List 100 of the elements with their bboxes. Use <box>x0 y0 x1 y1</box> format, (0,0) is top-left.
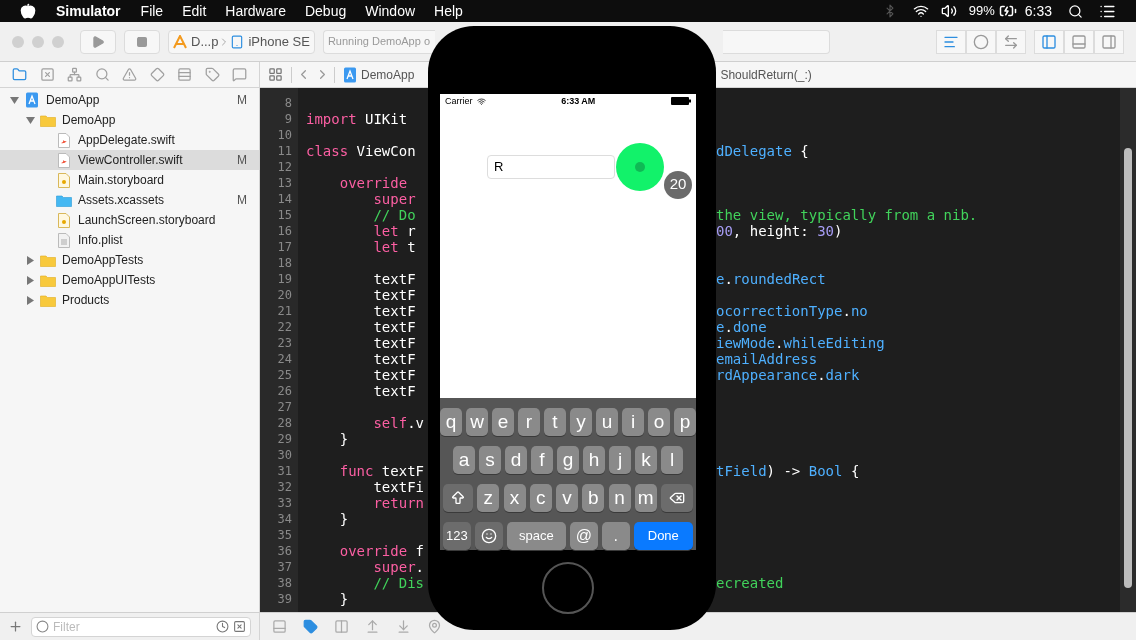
rows-icon[interactable] <box>177 67 192 82</box>
shift-key[interactable] <box>443 484 473 512</box>
debug-area-icon[interactable] <box>272 619 287 634</box>
menu-item[interactable]: Edit <box>182 0 207 22</box>
add-icon[interactable] <box>8 619 23 634</box>
emoji-key[interactable] <box>474 522 503 550</box>
file-tree-row[interactable]: Assets.xcassets M <box>0 190 259 210</box>
code-token: . <box>775 335 784 351</box>
file-tree-row[interactable]: DemoAppUITests <box>0 270 259 290</box>
panel-toggle-button[interactable] <box>1064 29 1094 54</box>
keyboard-key[interactable]: u <box>596 408 618 436</box>
jump-bar-item[interactable]: DemoApp <box>361 65 415 84</box>
keyboard-key[interactable]: l <box>661 446 683 474</box>
scrollbar-thumb[interactable] <box>1124 148 1132 588</box>
keyboard-key[interactable]: y <box>570 408 592 436</box>
filter-input[interactable]: Filter <box>53 617 212 636</box>
keyboard-key[interactable]: t <box>544 408 566 436</box>
delete-key[interactable] <box>661 484 693 512</box>
expanded-triangle-icon[interactable] <box>25 115 35 125</box>
keyboard-key[interactable]: b <box>582 484 605 512</box>
keyboard-key[interactable]: k <box>635 446 657 474</box>
numbers-key[interactable]: 123 <box>443 522 471 550</box>
run-button[interactable] <box>80 29 116 54</box>
keyboard-key[interactable]: @ <box>570 522 598 550</box>
step-out-icon[interactable] <box>365 619 380 634</box>
menu-item[interactable]: Hardware <box>225 0 286 22</box>
scheme-selector[interactable]: D...p iPhone SE <box>168 29 315 54</box>
keyboard-key[interactable]: x <box>503 484 526 512</box>
code-token: } <box>338 591 349 607</box>
keyboard-key[interactable]: . <box>601 522 630 550</box>
editor-mode-button[interactable] <box>936 29 966 54</box>
keyboard-key[interactable]: c <box>529 484 552 512</box>
apple-icon[interactable] <box>20 3 36 19</box>
menu-clock[interactable]: 6:33 <box>1024 0 1052 22</box>
comment-icon[interactable] <box>232 67 247 82</box>
tag-icon[interactable] <box>204 67 220 82</box>
clock-icon[interactable] <box>216 620 229 633</box>
keyboard-key[interactable]: i <box>622 408 644 436</box>
file-tree-row[interactable]: DemoApp <box>0 110 259 130</box>
keyboard-key[interactable]: m <box>634 484 657 512</box>
keyboard-key[interactable]: j <box>609 446 631 474</box>
file-tree-row[interactable]: DemoApp M <box>0 90 259 110</box>
collapsed-triangle-icon[interactable] <box>25 275 35 285</box>
editor-mode-button[interactable] <box>996 29 1026 54</box>
right-panel-icon <box>1101 33 1117 50</box>
keyboard-key[interactable]: s <box>479 446 501 474</box>
keyboard-key[interactable]: q <box>440 408 462 436</box>
search-icon[interactable] <box>1068 3 1083 19</box>
file-tree-row[interactable]: Main.storyboard <box>0 170 259 190</box>
keyboard-key[interactable]: d <box>505 446 527 474</box>
close-box-icon[interactable] <box>233 620 246 633</box>
filter-field[interactable]: Filter <box>31 616 251 637</box>
keyboard-key[interactable]: a <box>453 446 475 474</box>
keyboard-key[interactable]: v <box>556 484 578 512</box>
diamond-icon[interactable] <box>149 67 165 82</box>
collapsed-triangle-icon[interactable] <box>25 255 35 265</box>
code-token: , height: <box>732 223 810 239</box>
editor-mode-button[interactable] <box>966 29 996 54</box>
keyboard-key[interactable]: f <box>531 446 553 474</box>
related-items-icon[interactable] <box>268 67 283 82</box>
keyboard-key[interactable]: z <box>477 484 500 512</box>
panel-toggle-button[interactable] <box>1094 29 1124 54</box>
folder-icon[interactable] <box>12 67 27 82</box>
close-box-icon[interactable] <box>39 67 55 82</box>
home-button[interactable] <box>542 562 594 614</box>
menu-item[interactable]: Help <box>434 0 463 22</box>
menu-item[interactable]: Debug <box>304 0 347 22</box>
file-tree-row[interactable]: ViewController.swift M <box>0 150 259 170</box>
warning-icon[interactable] <box>122 67 137 82</box>
menu-app-name[interactable]: Simulator <box>56 0 121 22</box>
file-tree-row[interactable]: Products <box>0 290 259 310</box>
keyboard-key[interactable]: e <box>492 408 514 436</box>
text-field[interactable]: R <box>487 154 615 179</box>
jump-bar-item[interactable]: ShouldReturn(_:) <box>720 65 812 84</box>
file-tree-row[interactable]: AppDelegate.swift <box>0 130 259 150</box>
hierarchy-icon[interactable] <box>67 67 82 82</box>
file-tree-row[interactable]: DemoAppTests <box>0 250 259 270</box>
file-tree-row[interactable]: LaunchScreen.storyboard <box>0 210 259 230</box>
space-key[interactable]: space <box>506 522 566 550</box>
step-in-icon[interactable] <box>396 619 411 634</box>
keyboard-key[interactable]: g <box>557 446 579 474</box>
done-key[interactable]: Done <box>633 522 694 550</box>
menu-item[interactable]: Window <box>365 0 416 22</box>
expanded-triangle-icon[interactable] <box>9 95 19 105</box>
collapsed-triangle-icon[interactable] <box>25 295 35 305</box>
volume-icon[interactable] <box>940 3 957 19</box>
file-tree-row[interactable]: Info.plist <box>0 230 259 250</box>
keyboard-key[interactable]: h <box>583 446 605 474</box>
keyboard-key[interactable]: p <box>674 408 696 436</box>
keyboard-key[interactable]: o <box>648 408 670 436</box>
wifi-icon[interactable] <box>912 3 929 19</box>
panel-toggle-button[interactable] <box>1034 29 1064 54</box>
filter-scope-icon[interactable] <box>36 620 49 633</box>
keyboard-key[interactable]: n <box>608 484 631 512</box>
keyboard-key[interactable]: r <box>518 408 540 436</box>
location-icon[interactable] <box>427 619 442 634</box>
breakpoint-icon[interactable] <box>303 619 318 634</box>
menu-item[interactable]: File <box>140 0 164 22</box>
stop-button[interactable] <box>124 29 160 54</box>
keyboard-key[interactable]: w <box>466 408 488 436</box>
